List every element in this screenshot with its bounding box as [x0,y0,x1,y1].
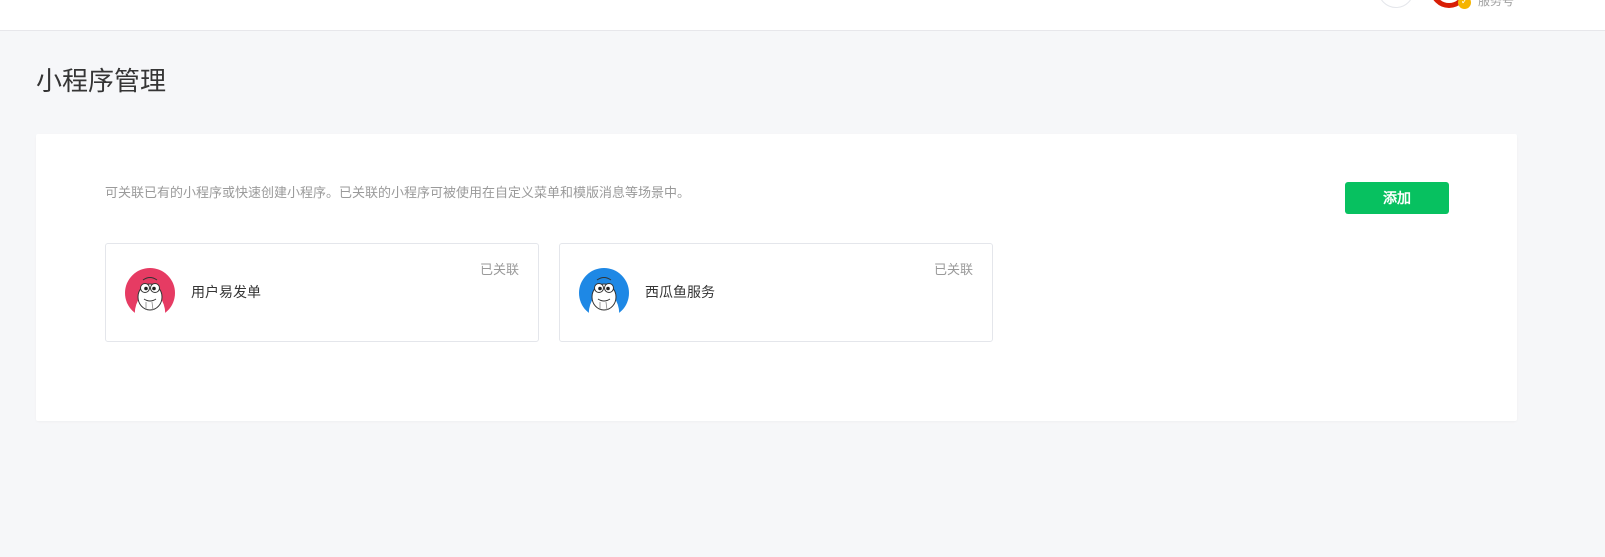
page-title: 小程序管理 [36,67,167,97]
mini-program-card[interactable]: 用户易发单 已关联 [105,243,539,342]
cartoon-character-icon [579,268,629,318]
add-button[interactable]: 添加 [1345,182,1449,214]
notification-button[interactable] [1378,0,1414,8]
mini-program-panel: 可关联已有的小程序或快速创建小程序。已关联的小程序可被使用在自定义菜单和模版消息… [36,134,1517,421]
cartoon-character-icon [125,268,175,318]
mini-program-card[interactable]: 西瓜鱼服务 已关联 [559,243,993,342]
mini-program-name: 西瓜鱼服务 [645,285,715,301]
panel-description: 可关联已有的小程序或快速创建小程序。已关联的小程序可被使用在自定义菜单和模版消息… [105,186,691,201]
verified-badge-icon: ✓ [1458,0,1471,9]
account-type-label: 服务号 [1478,0,1515,8]
mini-program-name: 用户易发单 [191,285,261,301]
link-status: 已关联 [933,263,973,278]
top-navbar: ✓ 服务号 [0,0,1605,31]
link-status: 已关联 [479,263,519,278]
